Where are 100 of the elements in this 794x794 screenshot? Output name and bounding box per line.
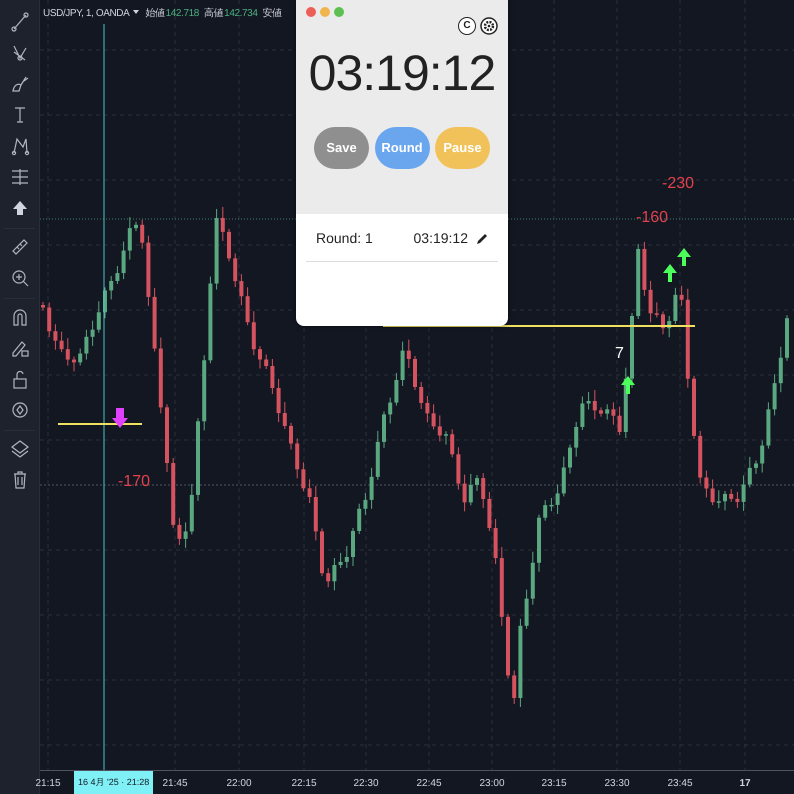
candle xyxy=(301,462,306,492)
candle xyxy=(60,331,64,353)
time-label: 22:30 xyxy=(353,777,379,791)
candle xyxy=(574,421,578,458)
candle xyxy=(494,518,498,565)
pause-button[interactable]: Pause xyxy=(435,127,490,169)
quote-label: 高値 xyxy=(204,8,224,19)
candle xyxy=(146,235,150,306)
candle xyxy=(419,382,424,410)
candle xyxy=(326,568,330,588)
caret-icon[interactable] xyxy=(133,10,140,14)
round-label: Round: 1 xyxy=(316,229,373,248)
candle xyxy=(425,395,430,423)
candle xyxy=(394,372,398,406)
candle xyxy=(103,286,107,319)
trend-line-icon[interactable] xyxy=(8,11,30,33)
candle xyxy=(115,266,120,284)
candle xyxy=(239,274,244,306)
candle xyxy=(363,492,368,516)
candle xyxy=(96,300,101,334)
candle xyxy=(357,503,362,534)
cursor-time-label: 16 4月 '25 · 21:28 xyxy=(74,771,154,794)
candle xyxy=(530,551,535,606)
time-label: 17 xyxy=(739,777,751,791)
candle xyxy=(438,414,442,442)
candle xyxy=(549,497,554,512)
candle xyxy=(252,310,256,356)
candle xyxy=(556,484,560,514)
settings-icon[interactable] xyxy=(480,17,498,35)
candle xyxy=(382,410,386,448)
candle xyxy=(692,375,696,440)
candle xyxy=(586,392,591,410)
reset-button[interactable]: C xyxy=(458,17,476,35)
candle xyxy=(276,378,281,423)
round-button[interactable]: Round xyxy=(374,127,430,169)
round-time: 03:19:12 xyxy=(414,229,468,248)
time-label: 22:00 xyxy=(226,777,252,791)
candle xyxy=(468,473,473,506)
candle xyxy=(524,589,529,630)
candle xyxy=(475,474,479,492)
candle xyxy=(184,522,188,548)
up-arrow-icon xyxy=(663,264,677,282)
candle xyxy=(270,358,274,394)
candle xyxy=(444,430,448,445)
candle xyxy=(760,440,764,473)
candle xyxy=(618,406,622,436)
symbol-title[interactable]: USD/JPY, 1, OANDA xyxy=(43,8,130,19)
candle xyxy=(376,430,380,480)
candle xyxy=(766,402,770,450)
candle xyxy=(66,338,70,366)
candle xyxy=(654,302,659,318)
candle xyxy=(742,474,746,512)
quote-value: 142.734 xyxy=(224,8,258,19)
candle xyxy=(673,287,678,324)
candle xyxy=(233,252,238,288)
candle xyxy=(165,404,169,473)
candle xyxy=(543,500,548,522)
pnl-label: -170 xyxy=(118,473,150,490)
candle xyxy=(227,228,231,262)
candle xyxy=(648,280,653,323)
candle xyxy=(778,346,783,393)
up-arrow-icon xyxy=(621,376,635,394)
candle xyxy=(413,355,417,390)
candle xyxy=(47,302,52,338)
candle xyxy=(128,216,132,260)
candle xyxy=(171,458,176,528)
layers-icon[interactable] xyxy=(8,438,30,460)
candle xyxy=(512,670,516,704)
close-icon[interactable] xyxy=(306,7,316,17)
time-label: 22:45 xyxy=(416,777,442,791)
down-arrow-icon xyxy=(112,408,128,428)
candle xyxy=(735,491,740,508)
time-label: 23:15 xyxy=(541,777,567,791)
time-label: 21:45 xyxy=(162,777,188,791)
candle xyxy=(748,456,752,488)
time-label: 23:00 xyxy=(479,777,505,791)
candle xyxy=(704,470,708,498)
candle xyxy=(41,302,45,311)
candle xyxy=(642,241,646,296)
candle xyxy=(716,490,721,509)
candle xyxy=(723,490,727,511)
candle xyxy=(78,348,82,366)
candle xyxy=(370,467,374,510)
pencil-icon[interactable] xyxy=(476,232,488,244)
pnl-label: -160 xyxy=(636,209,668,226)
candle xyxy=(264,354,268,370)
candle xyxy=(599,406,603,418)
candle xyxy=(190,483,194,535)
candle xyxy=(53,324,58,350)
time-label: 23:30 xyxy=(604,777,630,791)
candle xyxy=(122,241,126,280)
candle xyxy=(84,329,88,360)
quote-label: 安値 xyxy=(262,8,282,19)
candle xyxy=(152,287,157,352)
candle xyxy=(456,446,460,490)
candle xyxy=(406,339,411,368)
candle xyxy=(450,428,454,458)
time-label: 21:15 xyxy=(35,777,61,791)
candle xyxy=(729,488,734,502)
pnl-label: -230 xyxy=(662,175,694,192)
